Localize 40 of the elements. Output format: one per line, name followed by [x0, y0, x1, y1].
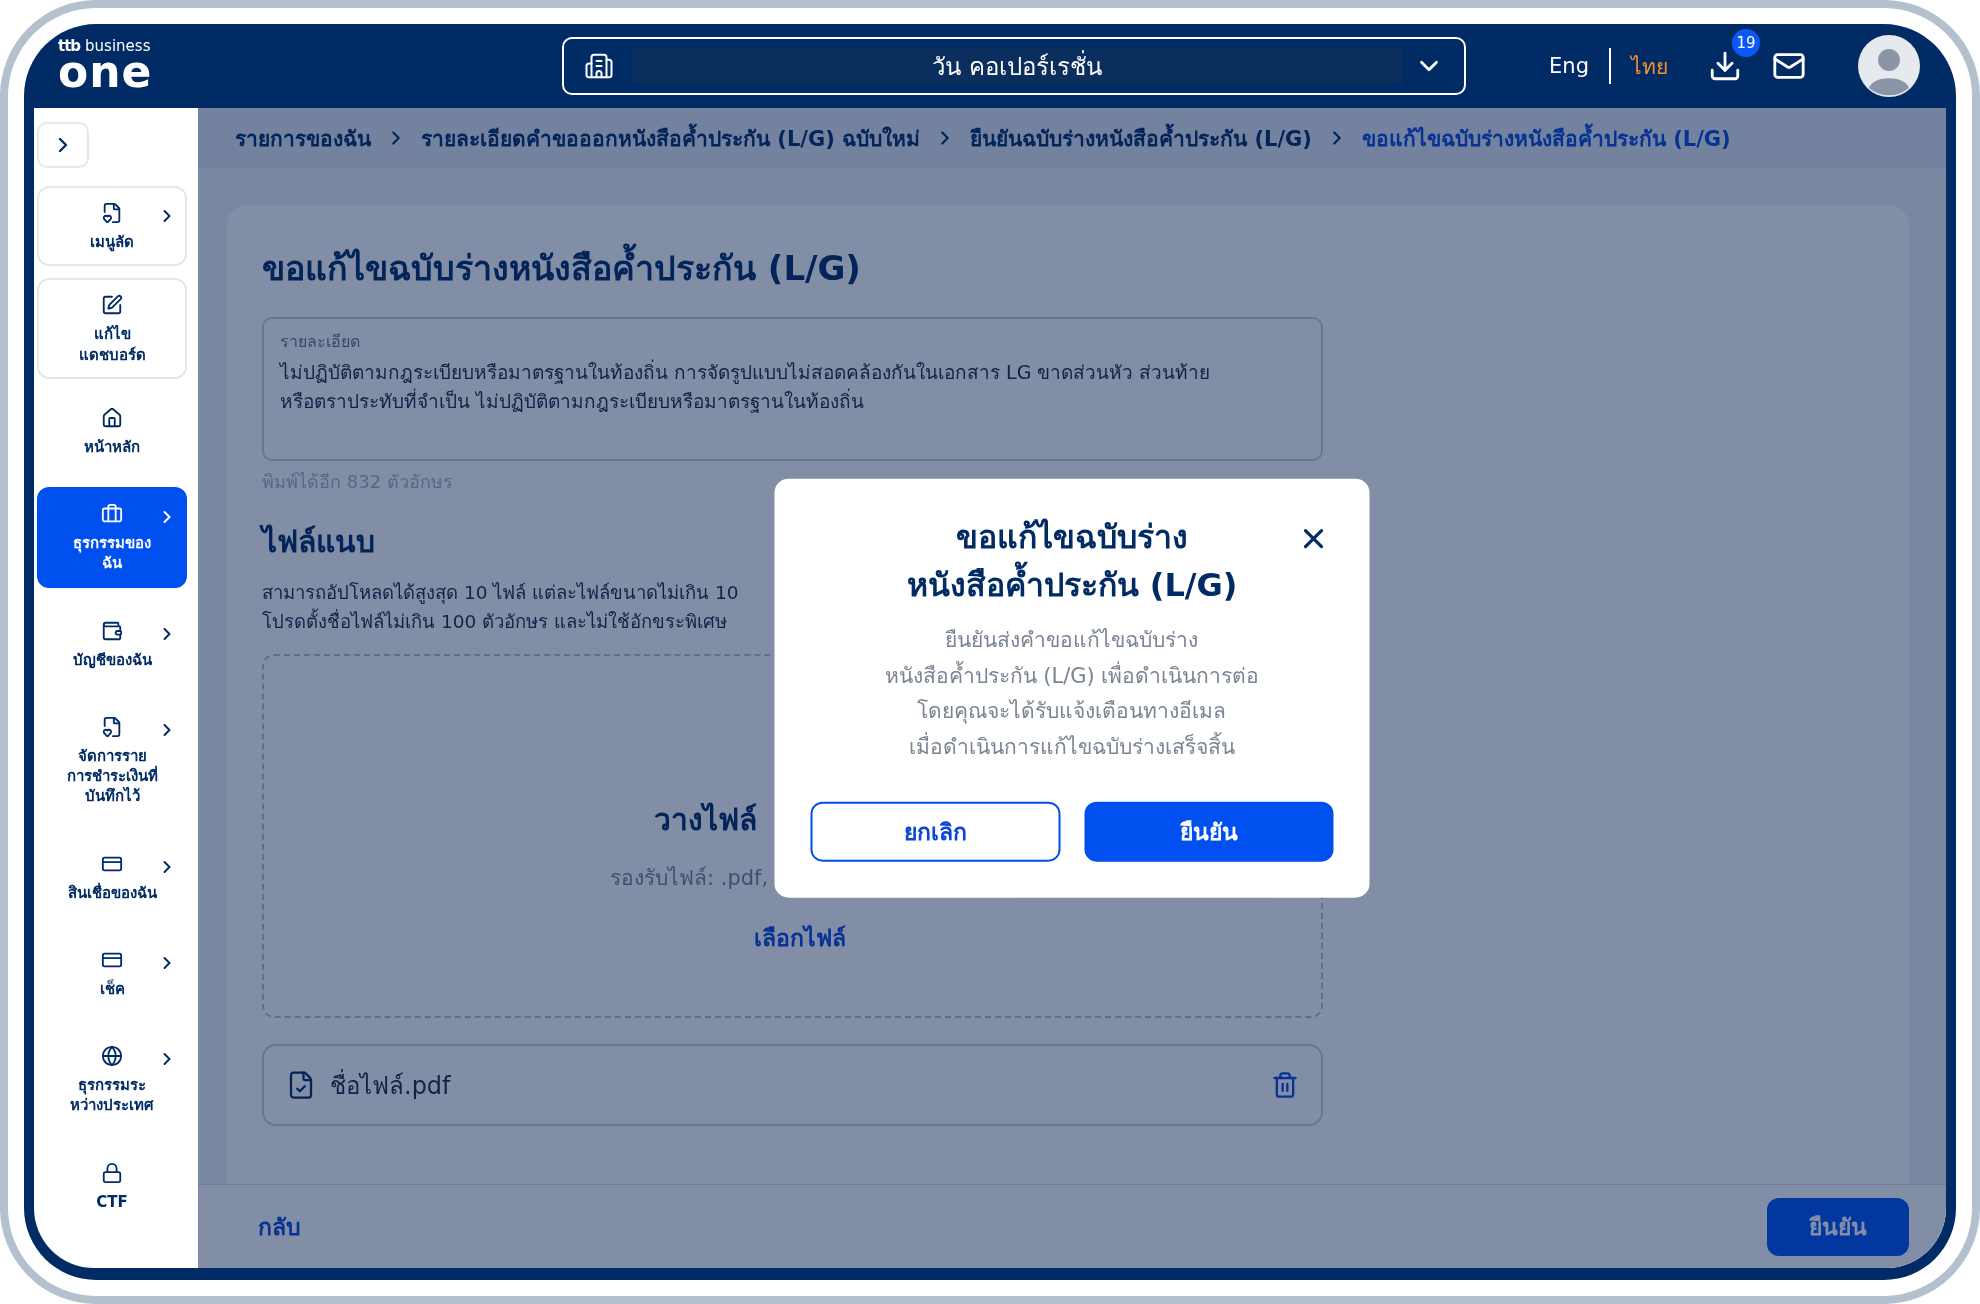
wallet-icon: [101, 619, 123, 642]
sidebar-item[interactable]: เมนูลัด: [37, 186, 187, 267]
confirm-button[interactable]: ยืนยัน: [1084, 801, 1334, 862]
breadcrumb-link[interactable]: รายละเอียดคำขอออกหนังสือค้ำประกัน (L/G) ฉบับใหม่: [421, 121, 921, 155]
language-option[interactable]: ไทย: [1611, 49, 1688, 83]
dropzone-prompt: วางไฟล์: [654, 801, 757, 840]
globe-icon: [101, 1045, 123, 1067]
dialog-message: ยืนยันส่งคำขอแก้ไขฉบับร่าง หนังสือค้ำประกัน (L/G) เพื่อดำเนินการต่อ โดยคุณจะได้รับแจ้งเตือนทางอีเมล เมื่อดำเนินการแก้ไขฉบับร่างเสร็จสิ้น: [884, 626, 1260, 761]
file-heart-icon: [101, 202, 123, 224]
language-option[interactable]: Eng: [1529, 54, 1609, 78]
download-button[interactable]: [1708, 49, 1742, 83]
upload-hint: โปรดตั้งชื่อไฟล์ไม่เกิน 100 ตัวอักษร และไม่ใช้อักขระพิเศษ: [262, 607, 727, 634]
sidebar-item[interactable]: ธุรกรรมของ ฉัน: [37, 487, 187, 588]
page-title: ขอแก้ไขฉบับร่างหนังสือค้ำประกัน (L/G): [262, 241, 1323, 295]
breadcrumb-link[interactable]: ยืนยันฉบับร่างหนังสือค้ำประกัน (L/G): [970, 121, 1312, 155]
file-name: ชื่อไฟล์.pdf: [330, 1068, 452, 1102]
sidebar-item[interactable]: แก้ไข แดชบอร์ด: [37, 278, 187, 379]
upload-hint: สามารถอัปโหลดได้สูงสุด 10 ไฟล์ แต่ละไฟล์ขนาดไม่เกิน 10: [262, 581, 739, 606]
details-field[interactable]: รายละเอียด ไม่ปฏิบัติตามกฎระเบียบหรือมาตรฐานในท้องถิ่น การจัดรูปแบบไม่สอดคล้องกันในเอกสาร LG ขาดส่วนหัว ส่วนท้าย หรือตราประทับที่จำเป็น ไม่ปฏิบัติตามกฎระเบียบหรือมาตรฐานในท้องถิ่น: [262, 317, 1323, 461]
home-icon: [101, 406, 123, 429]
lock-icon: [101, 1161, 123, 1184]
logo-brand: ttb: [58, 38, 81, 54]
logo-suffix: business: [85, 38, 151, 54]
field-label: รายละเอียด: [280, 331, 361, 353]
supported-formats: รองรับไฟล์: .pdf,: [610, 865, 769, 893]
dialog-title: ขอแก้ไขฉบับร่าง หนังสือค้ำประกัน (L/G): [906, 516, 1238, 606]
company-name: วัน คอเปอร์เรชั่น: [932, 49, 1102, 83]
edit-icon: [101, 294, 123, 317]
cancel-button[interactable]: ยกเลิก: [810, 801, 1060, 862]
avatar[interactable]: [1858, 35, 1920, 97]
briefcase-icon: [101, 503, 123, 525]
company-selector[interactable]: วัน คอเปอร์เรชั่น: [562, 37, 1466, 95]
breadcrumb-link[interactable]: รายการของฉัน: [235, 121, 371, 155]
building-icon: [584, 51, 614, 81]
field-value: ไม่ปฏิบัติตามกฎระเบียบหรือมาตรฐานในท้องถิ่น การจัดรูปแบบไม่สอดคล้องกันในเอกสาร LG ขาดส่วนหัว ส่วนท้าย หรือตราประทับที่จำเป็น ไม่ปฏิบัติตามกฎระเบียบหรือมาตรฐานในท้องถิ่น: [280, 358, 1212, 415]
delete-button[interactable]: [1271, 1071, 1299, 1100]
notification-badge: 19: [1732, 29, 1760, 57]
file-heart-icon: [101, 715, 123, 738]
download-icon: [1708, 49, 1742, 83]
trash-icon: [1271, 1071, 1299, 1100]
